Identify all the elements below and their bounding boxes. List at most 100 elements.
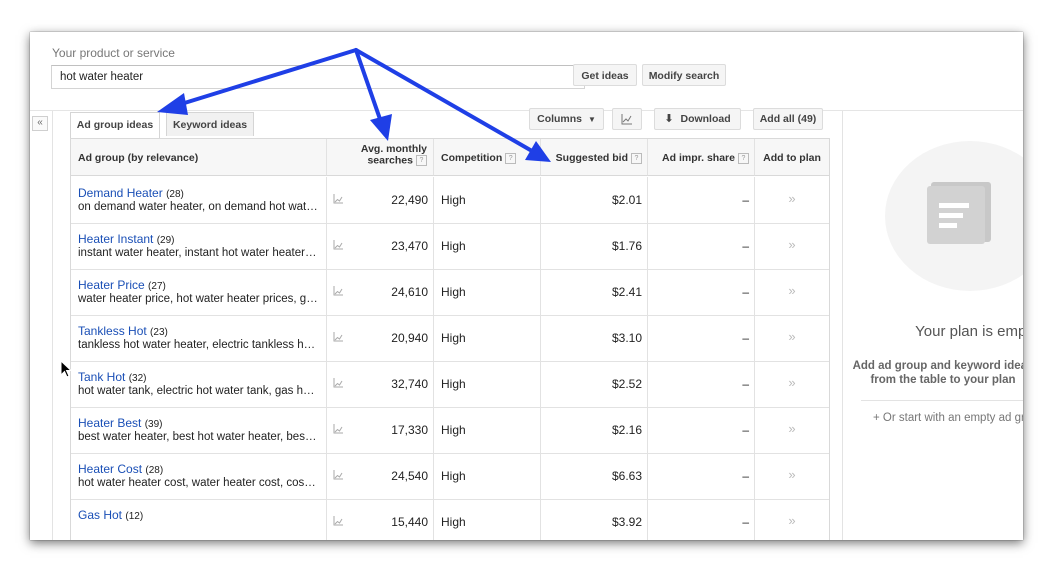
header-avg-monthly-searches[interactable]: Avg. monthly searches? [326,139,433,176]
header-avg-monthly-line2: searches [367,154,413,167]
competition-cell: High [433,361,540,407]
ad-group-link[interactable]: Gas Hot [78,508,122,522]
suggested-bid-cell: $2.01 [540,177,647,223]
suggested-bid-cell: $3.10 [540,315,647,361]
ad-group-link[interactable]: Tank Hot [78,370,125,384]
download-label: Download [680,113,731,125]
ad-group-keywords: hot water heater cost, water heater cost… [78,477,316,489]
add-to-plan-icon[interactable]: » [754,177,829,223]
mouse-cursor-icon [60,360,72,378]
competition-cell: High [433,177,540,223]
suggested-bid-cell: $6.63 [540,453,647,499]
ad-group-count: (27) [148,281,166,292]
left-rail: « [30,111,53,540]
header-ad-impr-share[interactable]: Ad impr. share? [647,139,754,176]
add-to-plan-icon[interactable]: » [754,499,829,540]
empty-ad-group-link[interactable]: + Or start with an empty ad group [873,412,1023,424]
plan-panel: Your plan is empty Add ad group and keyw… [842,111,1023,540]
trend-cell[interactable] [326,407,350,453]
tab-ad-group-ideas[interactable]: Ad group ideas [70,112,160,138]
trend-chart-icon [621,114,632,125]
ad-group-count: (12) [125,511,144,522]
table-row: Tank Hot (32) hot water tank, electric ho… [71,361,829,408]
ad-group-cell: Heater Instant (29) instant water heater,… [71,223,326,269]
table-row: Demand Heater (28) on demand water heater… [71,177,829,224]
avg-monthly-searches-cell: 32,740 [391,377,428,391]
trend-chart-icon[interactable] [333,194,344,204]
trend-cell[interactable] [326,499,350,540]
help-icon[interactable]: ? [738,152,749,164]
tab-keyword-ideas[interactable]: Keyword ideas [166,112,254,136]
ad-group-link[interactable]: Heater Best [78,416,141,430]
ad-group-cell: Tank Hot (32) hot water tank, electric ho… [71,361,326,407]
ad-group-cell: Heater Best (39) best water heater, best … [71,407,326,453]
download-button[interactable]: ⬇ Download [654,108,741,130]
trend-chart-icon[interactable] [333,332,344,342]
trend-chart-icon[interactable] [333,286,344,296]
table-row: Gas Hot (12) 15,440 High $3.92–» [71,499,829,540]
add-to-plan-icon[interactable]: » [754,223,829,269]
trend-cell[interactable] [326,223,350,269]
collapse-icon[interactable]: « [32,116,48,131]
header-competition-label: Competition [441,152,503,164]
add-all-button[interactable]: Add all (49) [753,108,823,130]
ad-group-link[interactable]: Tankless Hot [78,324,147,338]
header-ad-group[interactable]: Ad group (by relevance) [71,139,326,176]
suggested-bid-cell: $3.92 [540,499,647,540]
add-to-plan-icon[interactable]: » [754,453,829,499]
add-to-plan-icon[interactable]: » [754,315,829,361]
competition-cell: High [433,269,540,315]
add-to-plan-icon[interactable]: » [754,269,829,315]
columns-label: Columns [537,113,583,125]
header-ad-impr-share-label: Ad impr. share [662,152,735,164]
trend-chart-icon[interactable] [333,470,344,480]
trend-cell[interactable] [326,361,350,407]
plan-desc-line1: Add ad group and keyword ideas [852,360,1023,372]
ad-impr-share-cell: – [647,315,754,361]
help-icon[interactable]: ? [416,155,427,166]
avg-monthly-searches-cell: 22,490 [391,193,428,207]
ad-group-link[interactable]: Heater Price [78,278,145,292]
avg-monthly-searches-cell: 17,330 [391,423,428,437]
help-icon[interactable]: ? [505,152,517,164]
trend-chart-icon[interactable] [333,240,344,250]
trend-cell[interactable] [326,315,350,361]
ad-group-link[interactable]: Heater Cost [78,462,142,476]
get-ideas-button[interactable]: Get ideas [573,64,637,86]
suggested-bid-cell: $2.52 [540,361,647,407]
ad-group-count: (23) [150,327,168,338]
ad-group-cell: Tankless Hot (23) tankless hot water heat… [71,315,326,361]
trend-chart-icon[interactable] [333,424,344,434]
avg-monthly-searches-cell: 24,540 [391,469,428,483]
competition-cell: High [433,499,540,540]
plan-empty-title: Your plan is empty [915,323,1023,340]
columns-button[interactable]: Columns ▼ [529,108,604,130]
trend-cell[interactable] [326,453,350,499]
plan-divider [861,400,1023,401]
ad-group-link[interactable]: Demand Heater [78,186,163,200]
modify-search-button[interactable]: Modify search [642,64,726,86]
trend-chart-icon[interactable] [333,378,344,388]
product-label: Your product or service [52,46,175,60]
ad-group-count: (28) [166,189,184,200]
chart-toggle-button[interactable] [612,108,642,130]
add-to-plan-icon[interactable]: » [754,407,829,453]
header-competition[interactable]: Competition? [433,139,540,176]
help-icon[interactable]: ? [631,152,642,164]
plan-document-icon [927,186,985,244]
avg-monthly-searches-cell: 23,470 [391,239,428,253]
product-input[interactable]: hot water heater [51,65,585,89]
ad-group-link[interactable]: Heater Instant [78,232,153,246]
trend-cell[interactable] [326,177,350,223]
ad-group-cell: Heater Price (27) water heater price, hot… [71,269,326,315]
trend-cell[interactable] [326,269,350,315]
header-suggested-bid[interactable]: Suggested bid? [540,139,647,176]
competition-cell: High [433,315,540,361]
ad-group-count: (39) [144,419,163,430]
plan-desc-line2: from the table to your plan [870,374,1016,386]
trend-chart-icon[interactable] [333,516,344,526]
ad-group-cell: Heater Cost (28) hot water heater cost, w… [71,453,326,499]
table-row: Heater Instant (29) instant water heater,… [71,223,829,270]
ad-group-table: Ad group (by relevance) Avg. monthly sea… [70,138,830,540]
add-to-plan-icon[interactable]: » [754,361,829,407]
